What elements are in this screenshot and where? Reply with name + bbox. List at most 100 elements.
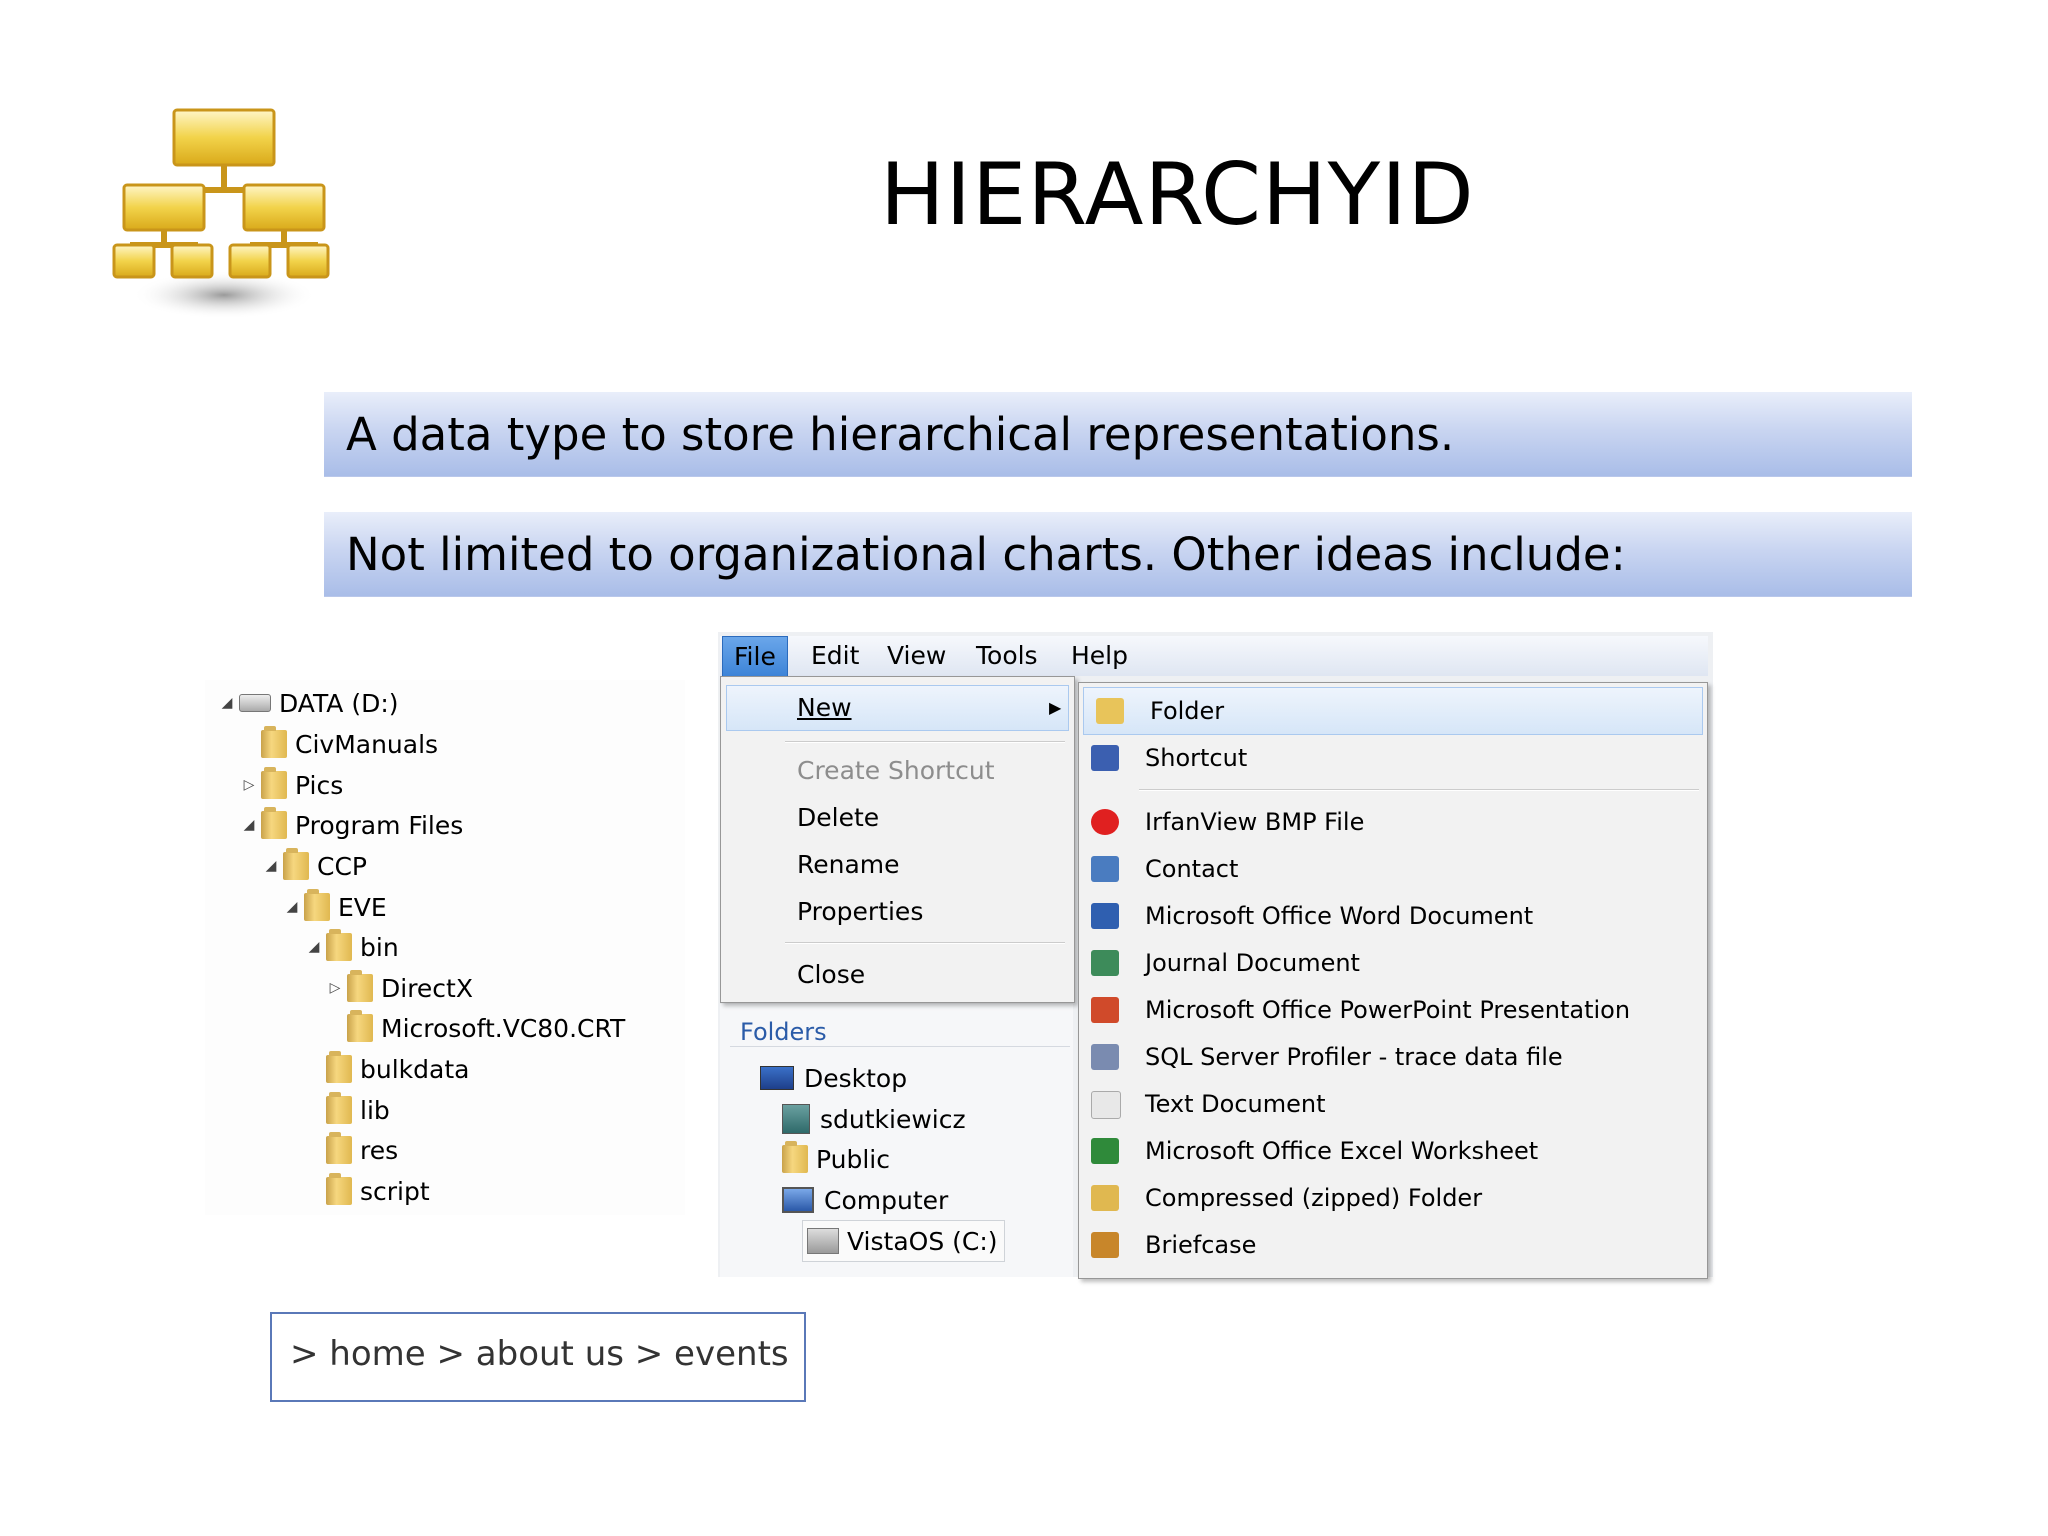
folders-item-desktop[interactable]: Desktop xyxy=(760,1058,907,1098)
tree-item[interactable]: bulkdata xyxy=(306,1049,469,1089)
tree-item-label: bin xyxy=(360,932,399,962)
folders-item-public[interactable]: Public xyxy=(782,1139,890,1179)
menu-item-label: Briefcase xyxy=(1145,1231,1257,1259)
expander-icon[interactable]: ▷ xyxy=(327,980,343,996)
menu-edit[interactable]: Edit xyxy=(800,636,870,676)
new-item-word[interactable]: Microsoft Office Word Document xyxy=(1079,893,1707,939)
new-item-excel[interactable]: Microsoft Office Excel Worksheet xyxy=(1079,1128,1707,1174)
new-item-powerpoint[interactable]: Microsoft Office PowerPoint Presentation xyxy=(1079,987,1707,1033)
new-item-contact[interactable]: Contact xyxy=(1079,846,1707,892)
bullet-text-2: Not limited to organizational charts. Ot… xyxy=(346,528,1626,581)
bullet-band-1: A data type to store hierarchical repres… xyxy=(324,392,1912,476)
tree-item[interactable]: ▷ Pics xyxy=(241,765,343,805)
new-item-irfanview[interactable]: IrfanView BMP File xyxy=(1079,799,1707,845)
menu-item-close[interactable]: Close xyxy=(721,953,1074,997)
separator xyxy=(785,942,1065,944)
new-item-folder[interactable]: Folder xyxy=(1083,687,1703,735)
menu-item-label: Close xyxy=(797,960,866,989)
tree-item[interactable]: ◢ CCP xyxy=(263,846,367,886)
drive-icon xyxy=(239,694,271,712)
computer-icon xyxy=(782,1187,814,1213)
menu-file[interactable]: File xyxy=(722,636,788,678)
tree-item[interactable]: res xyxy=(306,1130,398,1170)
tree-item[interactable]: Microsoft.VC80.CRT xyxy=(327,1008,625,1048)
user-folder-icon xyxy=(782,1104,810,1134)
folders-item-label: Computer xyxy=(824,1185,949,1215)
tree-item[interactable]: script xyxy=(306,1171,430,1211)
folder-icon xyxy=(283,848,309,880)
tree-item-label: DATA (D:) xyxy=(279,688,399,718)
expander-icon[interactable]: ▷ xyxy=(241,777,257,793)
sql-profiler-icon xyxy=(1091,1044,1119,1070)
bullet-text-1: A data type to store hierarchical repres… xyxy=(346,408,1455,461)
bullet-band-2: Not limited to organizational charts. Ot… xyxy=(324,512,1912,596)
tree-item[interactable]: ◢ DATA (D:) xyxy=(219,683,399,723)
folders-item-user[interactable]: sdutkiewicz xyxy=(782,1099,966,1139)
tree-item[interactable]: ◢ bin xyxy=(306,927,399,967)
expander-icon[interactable]: ◢ xyxy=(306,939,322,955)
new-item-sql-profiler[interactable]: SQL Server Profiler - trace data file xyxy=(1079,1034,1707,1080)
folder-tree: ◢ DATA (D:) CivManuals ▷ Pics ◢ Program … xyxy=(205,680,685,1215)
explorer-window: File Edit View Tools Help Folders Deskto… xyxy=(718,632,1713,1279)
menu-tools[interactable]: Tools xyxy=(965,636,1049,676)
menu-item-delete[interactable]: Delete xyxy=(721,796,1074,840)
tree-item[interactable]: lib xyxy=(306,1090,390,1130)
folder-icon xyxy=(347,970,373,1002)
menu-item-label: Journal Document xyxy=(1145,949,1360,977)
tree-item[interactable]: CivManuals xyxy=(241,724,438,764)
journal-document-icon xyxy=(1091,950,1119,976)
breadcrumb-text[interactable]: > home > about us > events xyxy=(290,1334,789,1374)
new-item-journal[interactable]: Journal Document xyxy=(1079,940,1707,986)
briefcase-icon xyxy=(1091,1232,1119,1258)
tree-item-label: EVE xyxy=(338,892,387,922)
folders-item-label: Public xyxy=(816,1144,890,1174)
tree-item[interactable]: ◢ Program Files xyxy=(241,805,463,845)
separator xyxy=(785,741,1065,743)
menu-item-label: Delete xyxy=(797,803,880,832)
shortcut-icon xyxy=(1091,745,1119,771)
excel-icon xyxy=(1091,1138,1119,1164)
new-item-zip[interactable]: Compressed (zipped) Folder xyxy=(1079,1175,1707,1221)
zip-folder-icon xyxy=(1091,1185,1119,1211)
menu-item-rename[interactable]: Rename xyxy=(721,843,1074,887)
tree-item-label: bulkdata xyxy=(360,1054,470,1084)
menu-item-new[interactable]: New ▶ xyxy=(726,685,1069,731)
folder-icon xyxy=(326,1173,352,1205)
folder-icon xyxy=(261,726,287,758)
menu-item-label: Create Shortcut xyxy=(797,756,995,785)
menu-view[interactable]: View xyxy=(876,636,957,676)
tree-item-label: script xyxy=(360,1176,430,1206)
org-chart-icon xyxy=(112,108,330,319)
folders-header[interactable]: Folders xyxy=(740,1018,827,1046)
slide-title: HIERARCHYID xyxy=(880,145,1475,245)
tree-item-label: CCP xyxy=(317,851,367,881)
menu-item-label: Microsoft Office Excel Worksheet xyxy=(1145,1137,1539,1165)
menu-item-label: New xyxy=(797,693,852,722)
menu-item-properties[interactable]: Properties xyxy=(721,890,1074,934)
irfanview-icon xyxy=(1091,809,1119,835)
menu-item-label: Folder xyxy=(1150,697,1225,725)
contact-icon xyxy=(1091,856,1119,882)
expander-icon[interactable]: ◢ xyxy=(219,695,235,711)
tree-item[interactable]: ▷ DirectX xyxy=(327,968,473,1008)
folder-icon xyxy=(326,929,352,961)
menu-help[interactable]: Help xyxy=(1060,636,1139,676)
new-item-briefcase[interactable]: Briefcase xyxy=(1079,1222,1707,1268)
folder-icon xyxy=(1096,698,1124,724)
text-document-icon xyxy=(1091,1091,1121,1119)
new-item-shortcut[interactable]: Shortcut xyxy=(1079,735,1707,781)
folders-item-computer[interactable]: Computer xyxy=(782,1180,948,1220)
tree-item-label: CivManuals xyxy=(295,729,439,759)
tree-item[interactable]: ◢ EVE xyxy=(284,887,387,927)
expander-icon[interactable]: ◢ xyxy=(284,899,300,915)
file-menu: New ▶ Create Shortcut Delete Rename Prop… xyxy=(720,676,1075,1003)
expander-icon[interactable]: ◢ xyxy=(241,817,257,833)
separator xyxy=(1139,789,1699,791)
folder-icon xyxy=(261,767,287,799)
menu-item-label: Contact xyxy=(1145,855,1239,883)
folder-icon xyxy=(261,807,287,839)
tree-item-label: res xyxy=(360,1135,399,1165)
expander-icon[interactable]: ◢ xyxy=(263,858,279,874)
new-item-text[interactable]: Text Document xyxy=(1079,1081,1707,1127)
folders-item-vistaos[interactable]: VistaOS (C:) xyxy=(802,1220,1005,1262)
